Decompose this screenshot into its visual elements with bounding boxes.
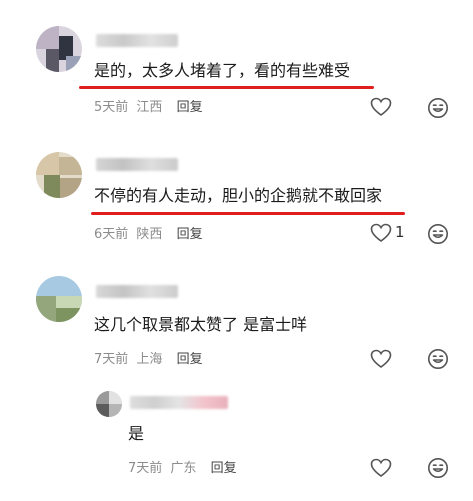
comment-time: 5天前 <box>94 100 129 115</box>
comment-location: 广东 <box>170 461 197 476</box>
emoji-icon[interactable] <box>427 97 449 119</box>
comment-text: 这几个取景都太赞了 是富士咩 <box>94 315 308 334</box>
heart-icon[interactable] <box>370 223 392 243</box>
heart-icon[interactable] <box>370 458 392 478</box>
reply-button[interactable]: 回复 <box>211 461 237 476</box>
username-redacted[interactable] <box>96 158 178 171</box>
comment-meta: 6天前 陕西 回复 <box>94 227 203 243</box>
comment-text: 是的，太多人堵着了，看的有些难受 <box>94 61 351 80</box>
reply-button[interactable]: 回复 <box>177 352 203 367</box>
avatar[interactable] <box>96 391 122 417</box>
username-redacted[interactable] <box>96 34 178 47</box>
reply-button[interactable]: 回复 <box>177 100 203 115</box>
comment-time: 7天前 <box>128 461 163 476</box>
like-count: 1 <box>395 223 405 241</box>
comment-text: 是 <box>128 424 145 443</box>
avatar[interactable] <box>36 152 82 198</box>
comment-time: 7天前 <box>94 352 129 367</box>
reply-button[interactable]: 回复 <box>177 227 203 242</box>
highlight-underline <box>91 212 405 215</box>
username-redacted[interactable] <box>96 285 178 298</box>
comment-location: 陕西 <box>136 227 163 242</box>
comment-text: 不停的有人走动，胆小的企鹅就不敢回家 <box>94 186 383 205</box>
comment-list: 是的，太多人堵着了，看的有些难受 5天前 江西 回复 不停的有人走动，胆小的企鹅… <box>0 0 473 501</box>
username-redacted[interactable] <box>130 396 228 409</box>
comment-meta: 5天前 江西 回复 <box>94 100 203 116</box>
emoji-icon[interactable] <box>427 223 449 245</box>
comment-location: 上海 <box>136 352 163 367</box>
avatar[interactable] <box>36 26 82 72</box>
comment-meta: 7天前 上海 回复 <box>94 352 203 368</box>
heart-icon[interactable] <box>370 349 392 369</box>
emoji-icon[interactable] <box>427 348 449 370</box>
comment-time: 6天前 <box>94 227 129 242</box>
avatar[interactable] <box>36 276 82 322</box>
highlight-underline <box>79 86 374 89</box>
heart-icon[interactable] <box>370 97 392 117</box>
comment-meta: 7天前 广东 回复 <box>128 461 237 477</box>
emoji-icon[interactable] <box>427 457 449 479</box>
comment-location: 江西 <box>136 100 163 115</box>
